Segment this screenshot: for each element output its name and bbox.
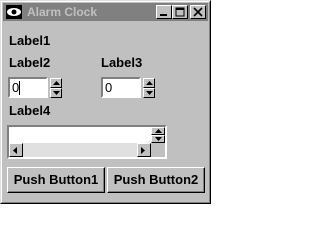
spinner-2-value: 0 (105, 80, 113, 95)
title-bar[interactable]: Alarm Clock (3, 3, 208, 21)
spinner-1-value: 0 (12, 80, 20, 95)
label3: Label3 (101, 55, 143, 70)
alarm-clock-window: Alarm Clock Label1 Label2 Label3 0 0 Lab… (0, 0, 211, 204)
maximize-button[interactable] (172, 5, 188, 19)
scroll-right-button[interactable] (137, 143, 151, 157)
label1: Label1 (9, 33, 51, 48)
close-button[interactable] (190, 5, 206, 19)
spinner-2-buttons (143, 78, 155, 98)
arrow-up-icon (155, 129, 162, 133)
minimize-icon (160, 14, 167, 16)
spinner-1-buttons (50, 78, 62, 98)
arrow-up-icon (53, 81, 60, 85)
arrow-down-icon (155, 137, 162, 141)
arrow-right-icon (141, 147, 145, 154)
arrow-down-icon (53, 91, 60, 95)
horizontal-scrollbar[interactable] (9, 143, 151, 157)
push-button-2[interactable]: Push Button2 (107, 167, 205, 193)
spinner-1-up-button[interactable] (50, 78, 62, 88)
spinner-2-up-button[interactable] (143, 78, 155, 88)
arrow-up-icon (146, 81, 153, 85)
scroll-down-button[interactable] (151, 135, 165, 143)
arrow-down-icon (146, 91, 153, 95)
minimize-button[interactable] (156, 5, 172, 19)
arrow-left-icon (13, 147, 17, 154)
scroll-up-button[interactable] (151, 127, 165, 135)
label4: Label4 (9, 103, 51, 118)
spinner-2-field[interactable]: 0 (101, 77, 141, 98)
spinner-1-down-button[interactable] (50, 88, 62, 98)
label2: Label2 (9, 55, 51, 70)
window-title: Alarm Clock (27, 5, 98, 19)
scroll-left-button[interactable] (9, 143, 23, 157)
push-button-1[interactable]: Push Button1 (7, 167, 105, 193)
list-box[interactable] (7, 125, 167, 159)
close-icon (193, 7, 203, 17)
eye-icon[interactable] (6, 5, 22, 19)
spinner-1-field[interactable]: 0 (8, 77, 48, 98)
scrollbar-corner (151, 143, 165, 157)
maximize-icon (175, 7, 185, 17)
spinner-2-down-button[interactable] (143, 88, 155, 98)
